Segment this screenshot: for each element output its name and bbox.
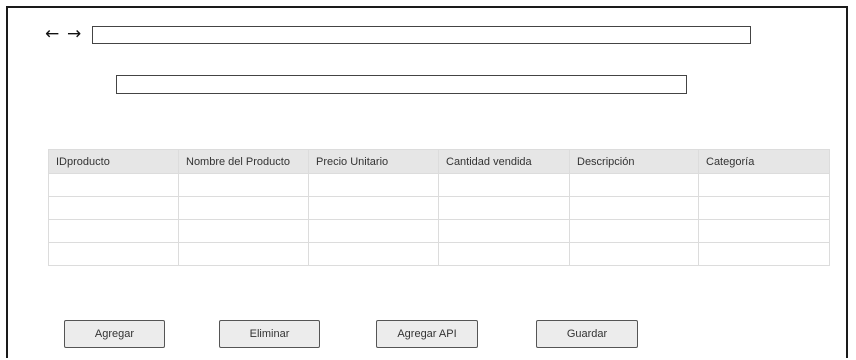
table-cell[interactable] (438, 219, 570, 243)
table-row[interactable] (48, 219, 830, 243)
table-cell[interactable] (698, 173, 830, 197)
table-cell[interactable] (308, 219, 439, 243)
table-cell[interactable] (308, 173, 439, 197)
table-cell[interactable] (48, 173, 179, 197)
column-header-descripcion: Descripción (569, 149, 699, 174)
table-cell[interactable] (569, 219, 699, 243)
text-input-field[interactable] (116, 75, 687, 94)
column-header-cantidad-vendida: Cantidad vendida (438, 149, 570, 174)
table-cell[interactable] (48, 196, 179, 220)
table-cell[interactable] (569, 196, 699, 220)
agregar-button[interactable]: Agregar (64, 320, 165, 348)
table-cell[interactable] (178, 219, 309, 243)
guardar-button[interactable]: Guardar (536, 320, 638, 348)
table-row[interactable] (48, 242, 830, 266)
table-cell[interactable] (438, 242, 570, 266)
table-row[interactable] (48, 173, 830, 197)
table-cell[interactable] (569, 173, 699, 197)
table-cell[interactable] (308, 196, 439, 220)
products-table: IDproducto Nombre del Producto Precio Un… (48, 149, 830, 266)
table-cell[interactable] (48, 219, 179, 243)
column-header-idproducto: IDproducto (48, 149, 179, 174)
table-cell[interactable] (438, 173, 570, 197)
forward-arrow-icon[interactable]: → (67, 24, 81, 44)
table-cell[interactable] (48, 242, 179, 266)
table-cell[interactable] (178, 242, 309, 266)
column-header-precio-unitario: Precio Unitario (308, 149, 439, 174)
table-cell[interactable] (178, 196, 309, 220)
back-arrow-icon[interactable]: ← (45, 24, 59, 44)
table-cell[interactable] (698, 242, 830, 266)
table-cell[interactable] (569, 242, 699, 266)
table-cell[interactable] (698, 219, 830, 243)
table-cell[interactable] (178, 173, 309, 197)
table-row[interactable] (48, 196, 830, 220)
eliminar-button[interactable]: Eliminar (219, 320, 320, 348)
table-cell[interactable] (438, 196, 570, 220)
table-cell[interactable] (308, 242, 439, 266)
table-cell[interactable] (698, 196, 830, 220)
agregar-api-button[interactable]: Agregar API (376, 320, 478, 348)
address-bar-input[interactable] (92, 26, 751, 44)
column-header-nombre-producto: Nombre del Producto (178, 149, 309, 174)
column-header-categoria: Categoría (698, 149, 830, 174)
table-header-row: IDproducto Nombre del Producto Precio Un… (48, 149, 830, 174)
